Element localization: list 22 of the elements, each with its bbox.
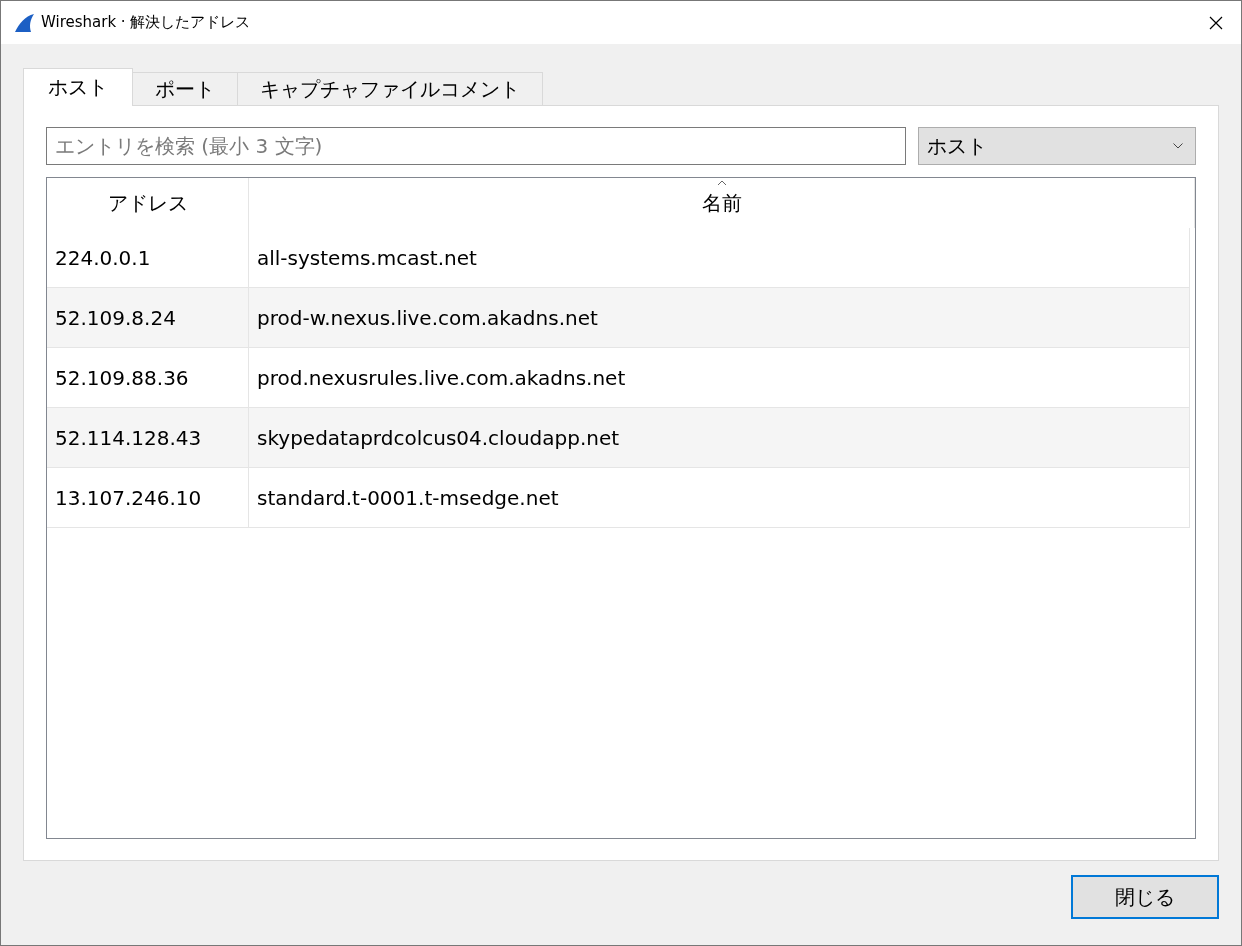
caret-icon	[1173, 143, 1183, 149]
tab[interactable]: ホスト	[23, 68, 133, 106]
close-button[interactable]: 閉じる	[1071, 875, 1219, 919]
table-cell: standard.t-0001.t-msedge.net	[249, 468, 1190, 527]
column-header[interactable]: 名前	[249, 178, 1195, 228]
search-field[interactable]: エントリを検索 (最小 3 文字)	[46, 127, 906, 165]
table-cell: skypedataprdcolcus04.cloudapp.net	[249, 408, 1190, 467]
table-cell: prod.nexusrules.live.com.akadns.net	[249, 348, 1190, 407]
table-cell: prod-w.nexus.live.com.akadns.net	[249, 288, 1190, 347]
column-header[interactable]: アドレス	[47, 178, 249, 228]
filter-dropdown[interactable]: ホスト	[918, 127, 1196, 165]
dropdown-value: ホスト	[927, 132, 987, 160]
close-icon[interactable]	[1209, 15, 1223, 30]
table-cell: 224.0.0.1	[47, 228, 249, 287]
window-title: Wireshark · 解決したアドレス	[41, 13, 252, 32]
shark-fin-icon	[13, 11, 35, 34]
tab[interactable]: キャプチャファイルコメント	[237, 72, 543, 105]
table-cell: 52.114.128.43	[47, 408, 249, 467]
table-cell: 52.109.88.36	[47, 348, 249, 407]
table-cell: 52.109.8.24	[47, 288, 249, 347]
table-cell: all-systems.mcast.net	[249, 228, 1190, 287]
table-cell: 13.107.246.10	[47, 468, 249, 527]
